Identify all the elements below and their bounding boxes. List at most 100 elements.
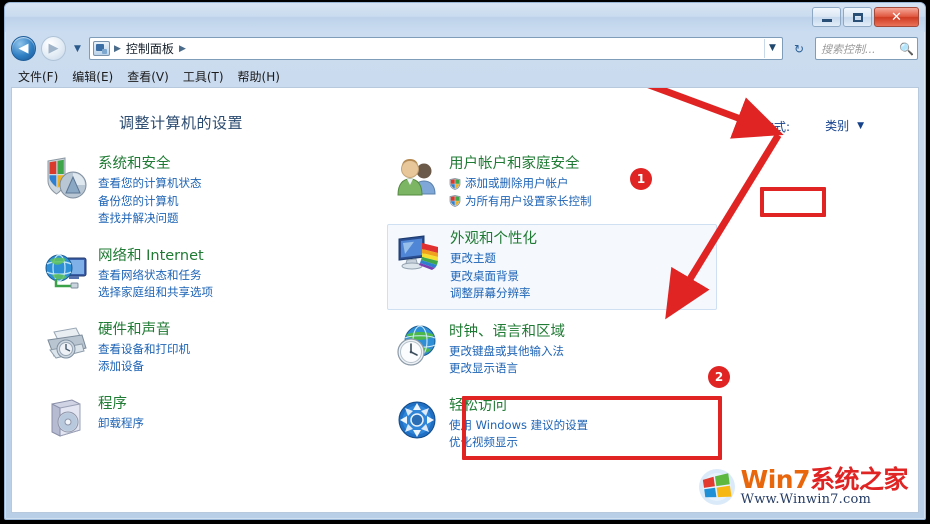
category-title[interactable]: 硬件和声音 [98, 321, 190, 339]
category-link[interactable]: 添加设备 [98, 358, 190, 375]
control-panel-icon [93, 41, 110, 56]
category-network-and-internet[interactable]: 网络和 Internet 查看网络状态和任务 选择家庭组和共享选项 [36, 242, 366, 308]
category-hardware-and-sound[interactable]: 硬件和声音 查看设备和打印机 添加设备 [36, 316, 366, 382]
category-programs[interactable]: 程序 卸载程序 [36, 390, 366, 448]
forward-arrow-icon: ▶ [48, 41, 59, 56]
link-label: 为所有用户设置家长控制 [465, 193, 592, 208]
category-link[interactable]: 优化视频显示 [449, 434, 588, 451]
menu-view[interactable]: 查看(V) [127, 68, 169, 85]
link-label: 添加或删除用户帐户 [465, 176, 569, 191]
category-link[interactable]: 备份您的计算机 [98, 193, 202, 210]
menu-edit[interactable]: 编辑(E) [72, 68, 113, 85]
category-link[interactable]: 更改键盘或其他输入法 [449, 343, 565, 360]
category-title[interactable]: 程序 [98, 395, 144, 413]
link-label: 更改键盘或其他输入法 [449, 343, 564, 358]
category-link[interactable]: 查看网络状态和任务 [98, 267, 213, 284]
refresh-button[interactable]: ↻ [788, 37, 810, 60]
forward-button[interactable]: ▶ [41, 36, 66, 61]
category-link[interactable]: 查看设备和打印机 [98, 341, 190, 358]
category-link[interactable]: 卸载程序 [98, 415, 144, 432]
category-title[interactable]: 系统和安全 [98, 155, 202, 173]
maximize-button[interactable] [843, 7, 872, 27]
category-link[interactable]: 添加或删除用户帐户 [449, 175, 592, 192]
breadcrumb-control-panel[interactable]: 控制面板 [123, 40, 177, 57]
minimize-icon [821, 18, 832, 22]
category-body: 程序 卸载程序 [98, 394, 144, 433]
menu-file[interactable]: 文件(F) [18, 68, 58, 85]
user-accounts-icon [393, 154, 441, 202]
category-body: 轻松访问 使用 Windows 建议的设置 优化视频显示 [449, 396, 588, 452]
window-controls: ✕ [812, 7, 919, 27]
categories-left-column: 系统和安全 查看您的计算机状态 备份您的计算机 查找并解决问题 网络和 Inte… [36, 150, 366, 456]
category-title[interactable]: 轻松访问 [449, 397, 588, 415]
link-label: 更改显示语言 [449, 361, 518, 376]
link-label: 使用 Windows 建议的设置 [449, 417, 589, 432]
category-body: 用户帐户和家庭安全 添加或删除用户帐户 为所有用户设置家长控制 [449, 154, 592, 210]
category-link[interactable]: 查看您的计算机状态 [98, 175, 202, 192]
chevron-down-icon: ▼ [857, 120, 864, 131]
search-icon: 🔍 [899, 41, 914, 56]
category-body: 时钟、语言和区域 更改键盘或其他输入法 更改显示语言 [449, 322, 565, 378]
view-by-dropdown[interactable]: 类别 ▼ [821, 115, 868, 136]
category-link[interactable]: 使用 Windows 建议的设置 [449, 417, 588, 434]
category-title[interactable]: 外观和个性化 [450, 230, 537, 248]
link-label: 更改主题 [450, 251, 496, 266]
network-globe-icon [42, 246, 90, 294]
category-link[interactable]: 查找并解决问题 [98, 210, 202, 227]
link-label: 查找并解决问题 [98, 211, 179, 226]
category-body: 系统和安全 查看您的计算机状态 备份您的计算机 查找并解决问题 [98, 154, 202, 228]
link-label: 查看您的计算机状态 [98, 176, 202, 191]
search-input[interactable]: 搜索控制... [821, 41, 899, 57]
recent-locations-button[interactable]: ▼ [71, 44, 84, 54]
highlight-box-view-by [760, 187, 826, 217]
category-link[interactable]: 选择家庭组和共享选项 [98, 284, 213, 301]
minimize-button[interactable] [812, 7, 841, 27]
watermark-brand-latin: Win7 [740, 465, 811, 494]
category-link[interactable]: 为所有用户设置家长控制 [449, 193, 592, 210]
back-button[interactable]: ◀ [11, 36, 36, 61]
windows-logo-icon [698, 468, 736, 506]
address-bar[interactable]: ▶ 控制面板 ▶ ▼ [89, 37, 783, 60]
link-label: 更改桌面背景 [450, 268, 519, 283]
category-link[interactable]: 更改桌面背景 [450, 268, 537, 285]
search-box[interactable]: 搜索控制... 🔍 [815, 37, 918, 60]
watermark: Win7系统之家 Www.Winwin7.com [698, 465, 909, 507]
maximize-icon [852, 12, 863, 22]
category-link[interactable]: 更改主题 [450, 250, 537, 267]
menu-help[interactable]: 帮助(H) [238, 68, 280, 85]
category-title[interactable]: 网络和 Internet [98, 247, 213, 265]
clock-globe-icon [393, 322, 441, 370]
watermark-url: Www.Winwin7.com [740, 492, 872, 507]
breadcrumb-sep-icon: ▶ [114, 43, 121, 54]
category-link[interactable]: 更改显示语言 [449, 360, 565, 377]
window-titlebar[interactable]: ✕ [5, 3, 925, 32]
category-title[interactable]: 用户帐户和家庭安全 [449, 155, 592, 173]
category-appearance-and-personalization[interactable]: 外观和个性化 更改主题 更改桌面背景 调整屏幕分辨率 [387, 224, 717, 310]
breadcrumb-sep-icon-2[interactable]: ▶ [177, 44, 188, 54]
link-label: 卸载程序 [98, 415, 144, 430]
watermark-brand-cn: 系统之家 [809, 465, 909, 494]
page-title: 调整计算机的设置 [119, 114, 244, 132]
category-link[interactable]: 调整屏幕分辨率 [450, 285, 537, 302]
link-label: 查看设备和打印机 [98, 341, 190, 356]
close-button[interactable]: ✕ [874, 7, 919, 27]
category-ease-of-access[interactable]: 轻松访问 使用 Windows 建议的设置 优化视频显示 [387, 392, 717, 458]
programs-box-icon [42, 394, 90, 442]
link-label: 选择家庭组和共享选项 [98, 285, 213, 300]
view-by-value: 类别 [825, 119, 850, 133]
category-system-and-security[interactable]: 系统和安全 查看您的计算机状态 备份您的计算机 查找并解决问题 [36, 150, 366, 234]
link-label: 添加设备 [98, 359, 144, 374]
category-title[interactable]: 时钟、语言和区域 [449, 323, 565, 341]
link-label: 调整屏幕分辨率 [450, 286, 531, 301]
uac-shield-icon [449, 195, 461, 208]
ease-of-access-icon [393, 396, 441, 444]
watermark-brand: Win7系统之家 [740, 465, 909, 494]
menu-tools[interactable]: 工具(T) [183, 68, 224, 85]
control-panel-window: ✕ ◀ ▶ ▼ ▶ 控制面板 ▶ ▼ ↻ 搜索控制... 🔍 文件(F) 编辑(… [4, 2, 926, 520]
back-arrow-icon: ◀ [18, 41, 29, 56]
menu-bar: 文件(F) 编辑(E) 查看(V) 工具(T) 帮助(H) [6, 65, 924, 87]
watermark-text: Win7系统之家 Www.Winwin7.com [740, 465, 909, 507]
category-clock-language-and-region[interactable]: 时钟、语言和区域 更改键盘或其他输入法 更改显示语言 [387, 318, 717, 384]
address-dropdown-button[interactable]: ▼ [764, 39, 780, 58]
category-user-accounts-and-family-safety[interactable]: 用户帐户和家庭安全 添加或删除用户帐户 为所有用户设置家长控制 [387, 150, 717, 216]
